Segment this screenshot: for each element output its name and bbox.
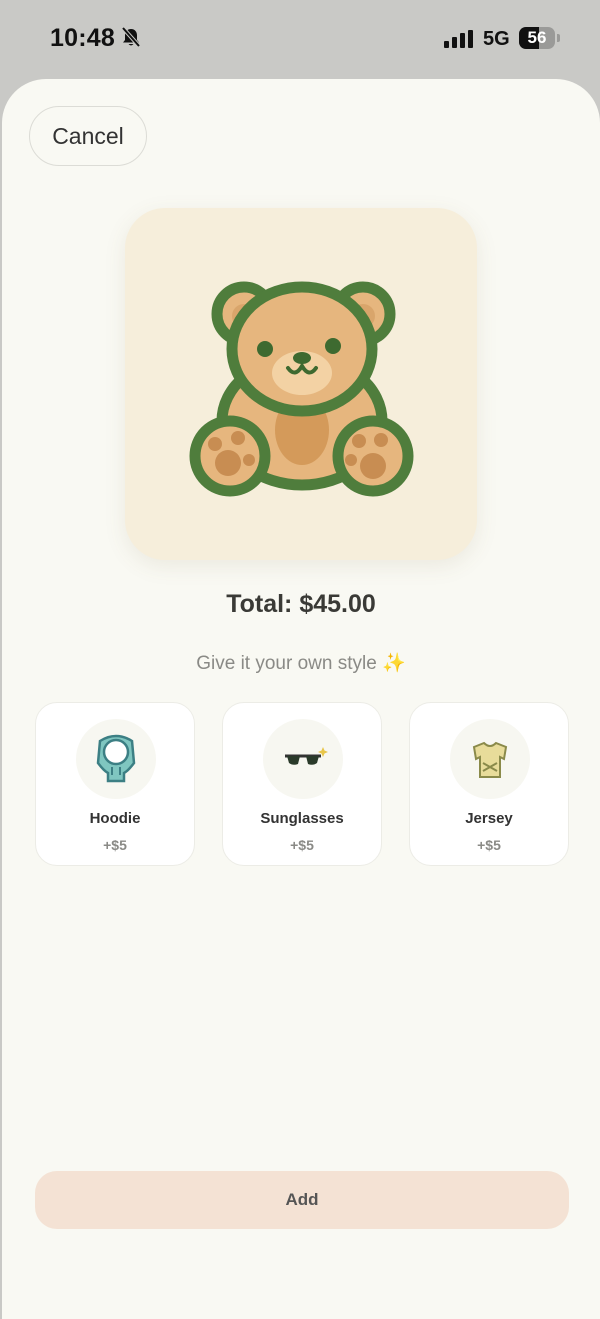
option-jersey[interactable]: Jersey +$5 [409, 702, 569, 866]
style-subtitle: Give it your own style ✨ [196, 653, 406, 674]
style-options: Hoodie +$5 Sunglasses +$5 Jersey +$5 [35, 702, 569, 866]
hoodie-icon [76, 719, 156, 799]
cancel-button[interactable]: Cancel [29, 106, 147, 166]
bell-muted-icon [120, 26, 142, 53]
total-price: Total: $45.00 [226, 590, 376, 618]
option-sunglasses[interactable]: Sunglasses +$5 [222, 702, 382, 866]
option-price: +$5 [103, 837, 127, 853]
option-hoodie[interactable]: Hoodie +$5 [35, 702, 195, 866]
option-name: Sunglasses [260, 810, 344, 827]
option-name: Jersey [465, 810, 513, 827]
battery-nub [557, 34, 560, 42]
product-image [125, 208, 477, 560]
battery-icon: 56 [519, 27, 555, 49]
option-price: +$5 [290, 837, 314, 853]
jersey-icon [450, 719, 530, 799]
signal-icon [444, 30, 474, 53]
status-bar: 10:48 5G 56 [0, 0, 600, 80]
network-type: 5G [483, 28, 510, 50]
teddy-bear-icon [189, 281, 414, 497]
option-price: +$5 [477, 837, 501, 853]
sunglasses-icon [263, 719, 343, 799]
add-button[interactable]: Add [35, 1171, 569, 1229]
status-time: 10:48 [50, 24, 115, 52]
option-name: Hoodie [89, 810, 141, 827]
customize-sheet: Cancel Total: $45.00 Give it your own st… [2, 79, 600, 1319]
battery-level: 56 [527, 28, 547, 47]
